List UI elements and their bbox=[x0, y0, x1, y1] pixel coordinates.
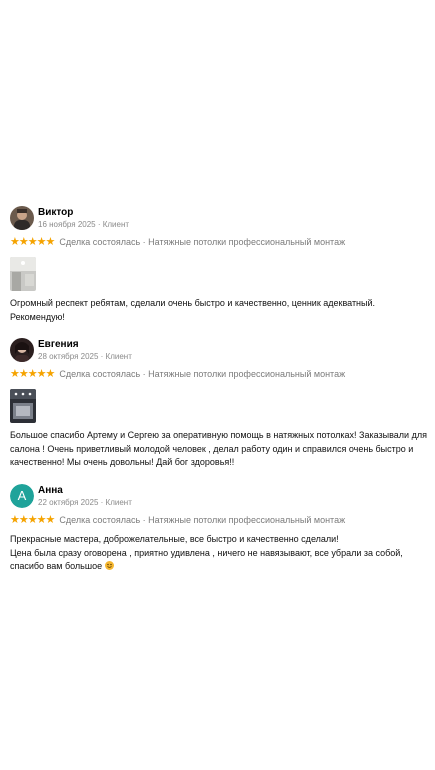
star-icon: ★ bbox=[18, 513, 29, 526]
author-block: Евгения 28 октября 2025 · Клиент bbox=[38, 339, 132, 362]
review-text: Большое спасибо Артему и Сергею за опера… bbox=[10, 429, 430, 470]
review-text: Огромный респект ребятам, сделали очень … bbox=[10, 297, 430, 324]
star-icon: ★ bbox=[27, 513, 38, 526]
review-card: А Анна 22 октября 2025 · Клиент ★ ★ ★ ★ … bbox=[10, 484, 430, 574]
star-icon: ★ bbox=[18, 367, 29, 380]
avatar-letter: А bbox=[10, 484, 34, 508]
review-text-line: салона ! Очень приветливый молодой челов… bbox=[10, 443, 414, 454]
review-header: Виктор 16 ноября 2025 · Клиент bbox=[10, 206, 430, 230]
star-icon: ★ bbox=[10, 513, 20, 526]
star-icon: ★ bbox=[18, 235, 29, 248]
star-icon: ★ bbox=[45, 367, 56, 380]
review-text-line: Прекрасные мастера, доброжелательные, вс… bbox=[10, 534, 339, 544]
review-card: Евгения 28 октября 2025 · Клиент ★ ★ ★ ★… bbox=[10, 338, 430, 470]
review-card: Виктор 16 ноября 2025 · Клиент ★ ★ ★ ★ ★… bbox=[10, 206, 430, 324]
review-meta: 22 октября 2025 · Клиент bbox=[38, 497, 132, 507]
author-name[interactable]: Анна bbox=[38, 485, 132, 497]
author-block: Анна 22 октября 2025 · Клиент bbox=[38, 485, 132, 508]
star-icon: ★ bbox=[27, 367, 38, 380]
review-photo[interactable] bbox=[10, 389, 36, 423]
rating-row: ★ ★ ★ ★ ★ Сделка состоялась · Натяжные п… bbox=[10, 514, 430, 526]
rating-stars: ★ ★ ★ ★ ★ bbox=[10, 513, 56, 526]
deal-status: Сделка состоялась · Натяжные потолки про… bbox=[59, 515, 346, 525]
review-text-line: спасибо вам большое bbox=[10, 561, 103, 571]
review-photo-image bbox=[10, 257, 36, 291]
avatar[interactable] bbox=[10, 206, 34, 230]
review-text-line: Рекомендую! bbox=[10, 311, 65, 322]
star-icon: ★ bbox=[36, 513, 47, 526]
star-icon: ★ bbox=[10, 367, 20, 380]
star-icon: ★ bbox=[36, 235, 47, 248]
review-text-line: Огромный респект ребятам, сделали очень … bbox=[10, 298, 376, 308]
avatar-photo bbox=[10, 206, 34, 230]
smiling-face-emoji-icon bbox=[104, 561, 114, 570]
review-photo[interactable] bbox=[10, 257, 36, 291]
deal-status: Сделка состоялась · Натяжные потолки про… bbox=[59, 237, 346, 247]
star-icon: ★ bbox=[36, 367, 47, 380]
author-name[interactable]: Виктор bbox=[38, 207, 129, 219]
review-text-line-last: спасибо вам большое bbox=[10, 560, 430, 574]
author-name[interactable]: Евгения bbox=[38, 339, 132, 351]
star-icon: ★ bbox=[27, 235, 38, 248]
avatar-photo bbox=[10, 338, 34, 362]
star-icon: ★ bbox=[45, 513, 56, 526]
review-text-line: Большое спасибо Артему и Сергею за опера… bbox=[10, 430, 427, 440]
review-text-line: качественно! Мы очень довольны! Дай бог … bbox=[10, 457, 235, 467]
review-header: Евгения 28 октября 2025 · Клиент bbox=[10, 338, 430, 362]
deal-status: Сделка состоялась · Натяжные потолки про… bbox=[59, 369, 346, 379]
avatar[interactable] bbox=[10, 338, 34, 362]
star-icon: ★ bbox=[10, 235, 20, 248]
star-icon: ★ bbox=[45, 235, 56, 248]
review-photo-image bbox=[10, 389, 36, 423]
rating-stars: ★ ★ ★ ★ ★ bbox=[10, 367, 56, 380]
rating-stars: ★ ★ ★ ★ ★ bbox=[10, 235, 56, 248]
review-meta: 16 ноября 2025 · Клиент bbox=[38, 219, 130, 229]
review-text-line: Цена была сразу оговорена , приятно удив… bbox=[10, 547, 403, 558]
avatar[interactable]: А bbox=[10, 484, 34, 508]
author-block: Виктор 16 ноября 2025 · Клиент bbox=[38, 207, 129, 230]
review-header: А Анна 22 октября 2025 · Клиент bbox=[10, 484, 430, 508]
review-meta: 28 октября 2025 · Клиент bbox=[38, 351, 132, 361]
rating-row: ★ ★ ★ ★ ★ Сделка состоялась · Натяжные п… bbox=[10, 368, 430, 380]
rating-row: ★ ★ ★ ★ ★ Сделка состоялась · Натяжные п… bbox=[10, 236, 430, 248]
review-text: Прекрасные мастера, доброжелательные, вс… bbox=[10, 533, 430, 574]
